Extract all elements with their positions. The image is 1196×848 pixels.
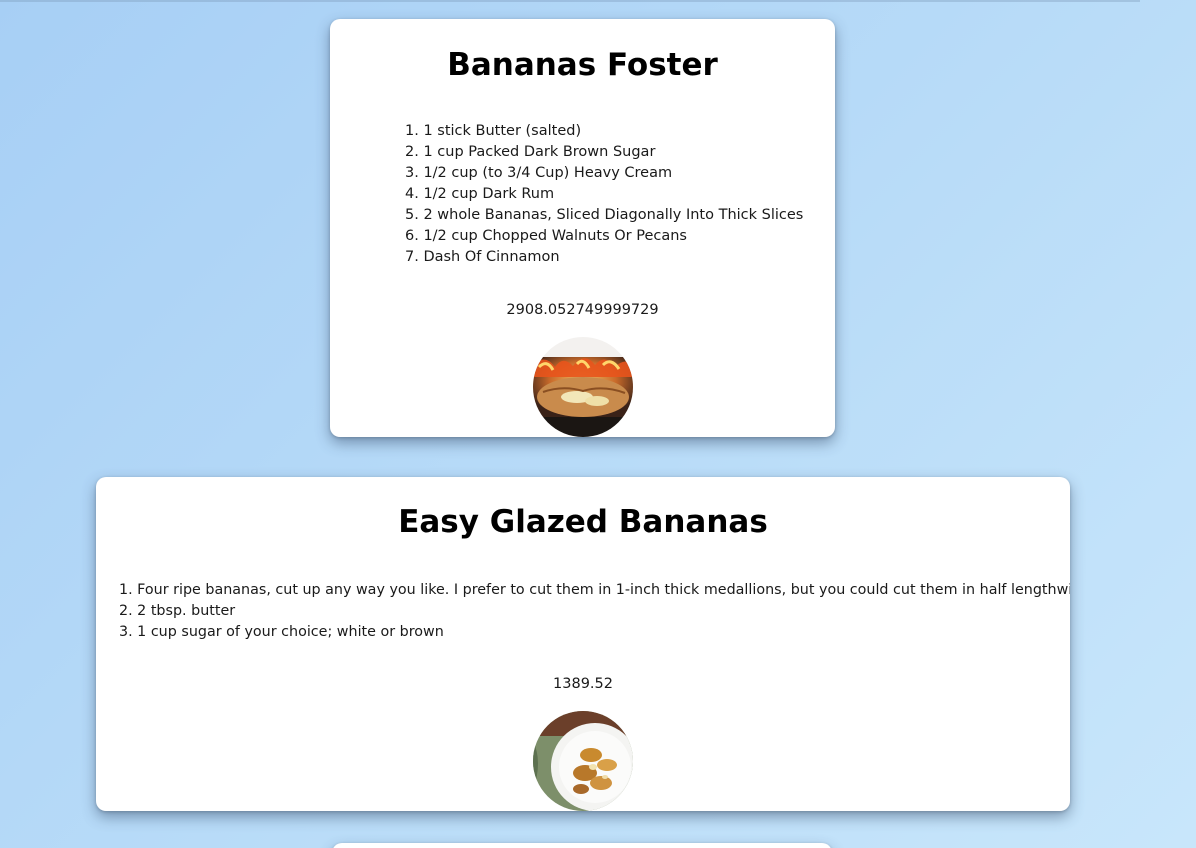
ingredient-list: 1. 1 stick Butter (salted) 2. 1 cup Pack… bbox=[405, 121, 803, 268]
ingredient-item: 4. 1/2 cup Dark Rum bbox=[405, 186, 555, 202]
recipe-card-partial bbox=[332, 843, 832, 848]
ingredient-item: 6. 1/2 cup Chopped Walnuts Or Pecans bbox=[405, 228, 687, 244]
ingredient-item: 3. 1/2 cup (to 3/4 Cup) Heavy Cream bbox=[405, 165, 673, 181]
recipe-title: Bananas Foster bbox=[447, 47, 718, 83]
recipe-photo bbox=[533, 337, 633, 437]
page-top-edge bbox=[0, 0, 1140, 2]
ingredient-item: 1. Four ripe bananas, cut up any way you… bbox=[119, 582, 1070, 598]
ingredient-item: 3. 1 cup sugar of your choice; white or … bbox=[119, 624, 444, 640]
ingredient-item: 2. 2 tbsp. butter bbox=[119, 603, 236, 619]
ingredient-list: 1. Four ripe bananas, cut up any way you… bbox=[119, 580, 1070, 643]
recipe-photo bbox=[533, 711, 633, 811]
ingredient-item: 7. Dash Of Cinnamon bbox=[405, 249, 560, 265]
recipe-card-easy-glazed-bananas: Easy Glazed Bananas 1. Four ripe bananas… bbox=[96, 477, 1070, 811]
recipe-title: Easy Glazed Bananas bbox=[398, 504, 768, 540]
ingredient-item: 2. 1 cup Packed Dark Brown Sugar bbox=[405, 144, 656, 160]
ingredient-item: 5. 2 whole Bananas, Sliced Diagonally In… bbox=[405, 207, 804, 223]
ingredient-item: 1. 1 stick Butter (salted) bbox=[405, 123, 582, 139]
recipe-price: 2908.052749999729 bbox=[506, 302, 659, 318]
recipe-card-bananas-foster: Bananas Foster 1. 1 stick Butter (salted… bbox=[330, 19, 835, 437]
recipe-price: 1389.52 bbox=[553, 676, 613, 692]
